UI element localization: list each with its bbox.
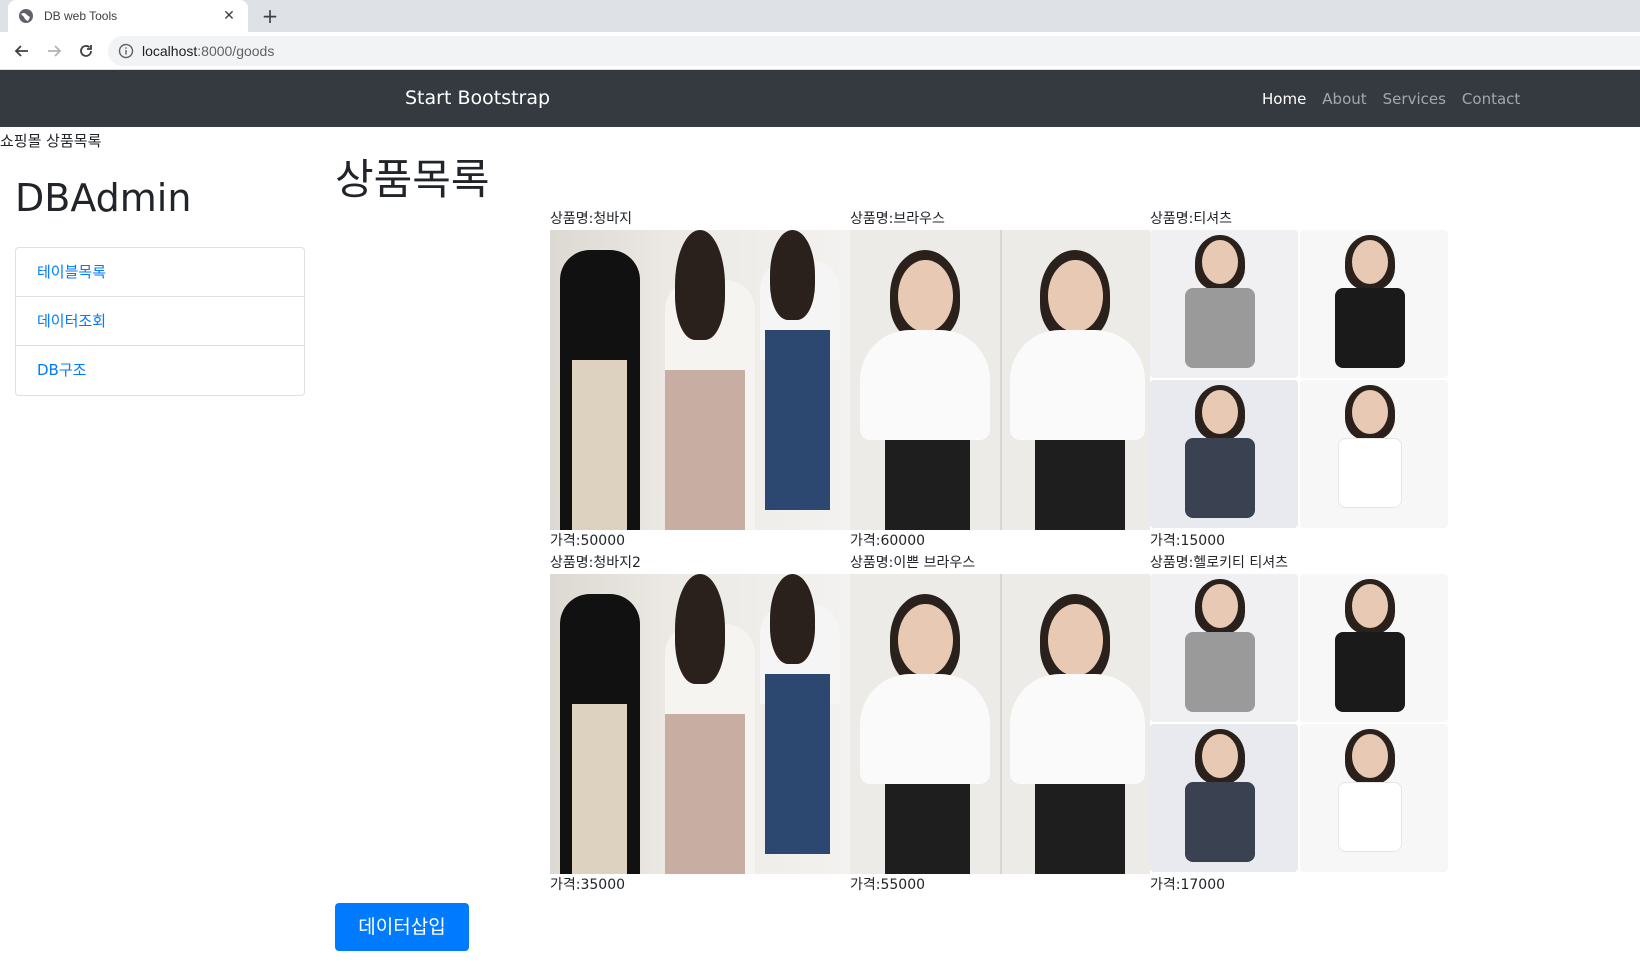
globe-icon [19, 9, 33, 23]
product-price: 가격:55000 [850, 877, 926, 893]
product-card: 상품명:브라우스 가격:60000 [850, 208, 1150, 552]
product-image [1150, 230, 1450, 530]
product-name: 상품명:브라우스 [850, 211, 945, 227]
product-card: 상품명:티셔츠 가격:15000 [1150, 208, 1450, 552]
forward-icon[interactable] [42, 39, 66, 63]
product-price: 가격:35000 [550, 877, 626, 893]
product-card: 상품명:헬로키티 티셔츠 가격:17000 [1150, 552, 1450, 896]
nav-link-contact[interactable]: Contact [1462, 90, 1520, 108]
product-image [550, 230, 850, 530]
browser-tab[interactable]: DB web Tools ✕ [8, 0, 248, 32]
product-name: 상품명:청바지 [550, 211, 632, 227]
url-host: localhost [142, 43, 198, 59]
url-text: localhost:8000/goods [142, 43, 274, 59]
address-bar[interactable]: localhost:8000/goods [108, 36, 1640, 66]
product-name: 상품명:티셔츠 [1150, 211, 1232, 227]
nav-link-about[interactable]: About [1322, 90, 1366, 108]
product-price: 가격:15000 [1150, 533, 1226, 549]
product-row: 상품명:청바지 가격:50000 상품명:브라우스 가격:60000 상품명:티… [550, 208, 1450, 552]
product-image [850, 230, 1150, 530]
browser-toolbar: localhost:8000/goods [0, 32, 1640, 70]
tab-title: DB web Tools [44, 9, 118, 23]
url-path: :8000/goods [197, 43, 275, 59]
sidebar-item-tables[interactable]: 테이블목록 [16, 248, 304, 297]
product-name: 상품명:헬로키티 티셔츠 [1150, 555, 1288, 571]
nav-link-services[interactable]: Services [1383, 90, 1446, 108]
product-row: 상품명:청바지2 가격:35000 상품명:이쁜 브라우스 가격:55000 상… [550, 552, 1450, 896]
sidebar-item-data-query[interactable]: 데이터조회 [16, 297, 304, 346]
product-price: 가격:17000 [1150, 877, 1226, 893]
info-icon[interactable] [118, 43, 134, 59]
site-navbar: Start Bootstrap Home About Services Cont… [0, 70, 1640, 127]
product-card: 상품명:청바지 가격:50000 [550, 208, 850, 552]
page-subtitle: 쇼핑몰 상품목록 [0, 132, 102, 150]
product-image [850, 574, 1150, 874]
insert-data-button[interactable]: 데이터삽입 [335, 903, 469, 951]
product-name: 상품명:이쁜 브라우스 [850, 555, 976, 571]
page-title: 상품목록 [335, 155, 490, 204]
product-grid: 상품명:청바지 가격:50000 상품명:브라우스 가격:60000 상품명:티… [550, 208, 1450, 896]
sidebar-menu: 테이블목록 데이터조회 DB구조 [15, 247, 305, 396]
new-tab-icon[interactable]: + [258, 3, 282, 29]
sidebar-title: DBAdmin [15, 176, 192, 220]
reload-icon[interactable] [74, 39, 98, 63]
navbar-brand[interactable]: Start Bootstrap [405, 87, 550, 109]
product-card: 상품명:이쁜 브라우스 가격:55000 [850, 552, 1150, 896]
product-card: 상품명:청바지2 가격:35000 [550, 552, 850, 896]
nav-link-home[interactable]: Home [1262, 90, 1306, 108]
browser-tab-bar: DB web Tools ✕ + [0, 0, 1640, 32]
product-price: 가격:50000 [550, 533, 626, 549]
product-price: 가격:60000 [850, 533, 926, 549]
back-icon[interactable] [10, 39, 34, 63]
close-tab-icon[interactable]: ✕ [220, 8, 238, 24]
product-name: 상품명:청바지2 [550, 555, 641, 571]
product-image [1150, 574, 1450, 874]
product-image [550, 574, 850, 874]
navbar-links: Home About Services Contact [1262, 90, 1520, 108]
sidebar-item-db-structure[interactable]: DB구조 [16, 346, 304, 395]
